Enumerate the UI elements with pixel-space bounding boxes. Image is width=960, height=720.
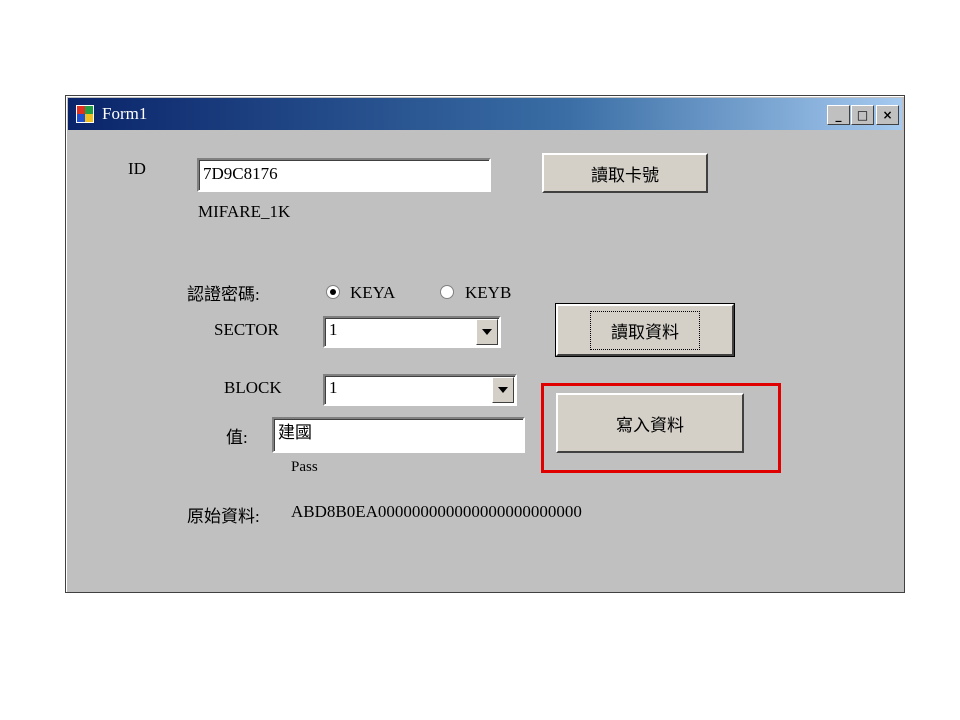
- block-value: 1: [329, 378, 338, 397]
- sector-label: SECTOR: [214, 320, 279, 339]
- window-title: Form1: [102, 104, 148, 123]
- value-input[interactable]: 建國: [272, 417, 525, 453]
- value-input-text: 建國: [278, 423, 312, 442]
- block-label: BLOCK: [224, 378, 282, 397]
- keya-radio[interactable]: [326, 285, 340, 299]
- block-select[interactable]: 1: [323, 374, 517, 406]
- read-card-button-label: 讀取卡號: [591, 165, 659, 185]
- close-icon: ×: [882, 108, 893, 122]
- title-bar[interactable]: Form1 _ □ ×: [68, 98, 902, 130]
- read-card-button[interactable]: 讀取卡號: [542, 153, 708, 193]
- highlight-box: [541, 383, 781, 473]
- card-type-label: MIFARE_1K: [198, 202, 291, 221]
- radio-selected-dot: [330, 289, 336, 295]
- value-label: 值:: [226, 428, 248, 447]
- keya-label[interactable]: KEYA: [350, 283, 395, 303]
- block-dropdown-button[interactable]: [492, 377, 514, 403]
- sector-dropdown-button[interactable]: [476, 319, 498, 345]
- id-input-value: 7D9C8176: [203, 164, 278, 183]
- sector-value: 1: [329, 320, 338, 339]
- sector-select[interactable]: 1: [323, 316, 501, 348]
- keyb-label[interactable]: KEYB: [465, 283, 511, 303]
- read-data-button-label: 讀取資料: [590, 310, 700, 350]
- chevron-down-icon: [482, 329, 492, 335]
- raw-data-value: ABD8B0EA000000000000000000000000: [291, 502, 582, 521]
- maximize-icon: □: [856, 108, 869, 122]
- maximize-button[interactable]: □: [851, 105, 874, 125]
- minimize-icon: _: [835, 108, 842, 122]
- status-label: Pass: [291, 459, 318, 475]
- auth-label: 認證密碼:: [187, 285, 260, 304]
- chevron-down-icon: [498, 387, 508, 393]
- minimize-button[interactable]: _: [827, 105, 850, 125]
- app-icon: [76, 105, 94, 123]
- read-data-button[interactable]: 讀取資料: [555, 303, 735, 357]
- raw-data-label: 原始資料:: [187, 507, 260, 526]
- close-button[interactable]: ×: [876, 105, 899, 125]
- id-input[interactable]: 7D9C8176: [197, 158, 491, 192]
- keyb-radio[interactable]: [440, 285, 454, 299]
- id-label: ID: [128, 159, 146, 178]
